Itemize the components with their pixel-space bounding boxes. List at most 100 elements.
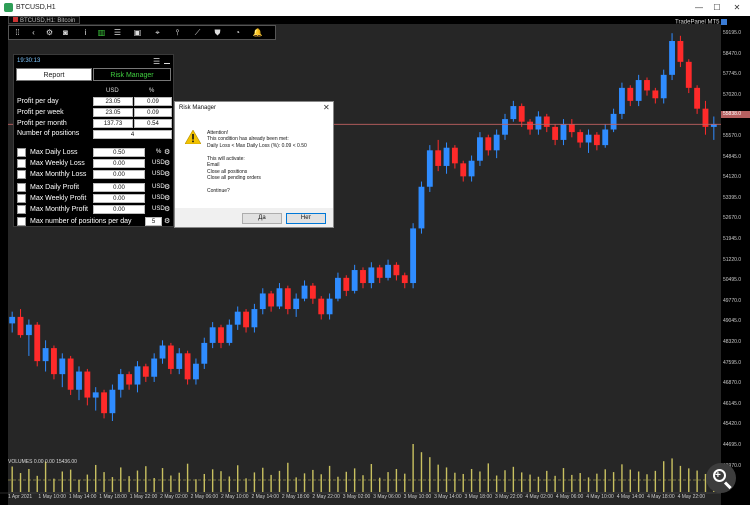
- candle-body: [527, 121, 533, 130]
- time-tick-label: 4 May 06:00: [555, 494, 584, 500]
- candle-body: [234, 311, 241, 325]
- max-monthly-profit-input[interactable]: 0.00: [93, 205, 145, 214]
- volume-bar: [454, 472, 456, 492]
- candle-body: [159, 345, 166, 359]
- candle-body: [401, 275, 408, 284]
- volume-bar: [211, 469, 214, 492]
- volume-bar: [437, 464, 439, 492]
- max-daily-loss-unit[interactable]: %: [156, 149, 161, 155]
- profit-week-usd: 23.05: [93, 108, 133, 117]
- time-tick-label: 4 May 22:00: [677, 494, 706, 500]
- volume-bar: [495, 475, 498, 492]
- max-daily-loss-checkbox[interactable]: [17, 148, 26, 157]
- time-tick-label: 2 May 14:00: [251, 494, 279, 500]
- volume-bar: [429, 457, 431, 492]
- max-monthly-loss-input[interactable]: 0.00: [93, 170, 145, 179]
- candle-body: [176, 353, 183, 369]
- dialog-footer: Да Нет: [175, 208, 333, 227]
- max-positions-input[interactable]: 5: [145, 217, 162, 226]
- price-tick-label: 50495.0: [723, 277, 742, 284]
- candle-body: [201, 342, 208, 364]
- price-tick-label: 48320.0: [723, 339, 742, 345]
- close-icon[interactable]: ✕: [730, 2, 744, 14]
- trend-icon[interactable]: ⟋: [191, 27, 204, 39]
- chart-tab[interactable]: BTCUSD,H1: Bitcoin: [8, 16, 81, 24]
- max-weekly-profit-checkbox[interactable]: [17, 194, 26, 203]
- max-weekly-profit-input[interactable]: 0.00: [93, 194, 145, 203]
- volume-bar: [170, 475, 172, 492]
- max-weekly-loss-input[interactable]: 0.00: [93, 159, 145, 168]
- maximize-icon[interactable]: ☐: [710, 2, 724, 14]
- save-icon[interactable]: ▣: [131, 27, 144, 39]
- max-monthly-loss-gear-icon[interactable]: ⚙: [164, 170, 170, 178]
- candle-body: [226, 324, 233, 343]
- crosshair-icon[interactable]: ⌖: [151, 27, 164, 39]
- dialog-close-icon[interactable]: ✕: [323, 103, 330, 112]
- price-tick-label: 57745.0: [723, 71, 742, 78]
- volume-bar: [186, 463, 189, 492]
- profit-month-usd: 137.73: [93, 119, 133, 128]
- max-daily-loss-gear-icon[interactable]: ⚙: [164, 148, 170, 156]
- max-daily-loss-input[interactable]: 0.50: [93, 148, 145, 157]
- max-weekly-profit-unit[interactable]: USD: [152, 195, 165, 201]
- max-weekly-profit-gear-icon[interactable]: ⚙: [164, 194, 170, 202]
- volume-bar: [629, 469, 631, 492]
- max-daily-profit-gear-icon[interactable]: ⚙: [164, 183, 170, 191]
- max-monthly-profit-checkbox[interactable]: [17, 205, 26, 214]
- max-weekly-loss-gear-icon[interactable]: ⚙: [164, 159, 170, 167]
- time-tick-label: 4 May 18:00: [647, 494, 675, 500]
- max-monthly-loss-checkbox[interactable]: [17, 170, 26, 179]
- max-daily-profit-unit[interactable]: USD: [152, 184, 165, 190]
- time-tick-label: 3 May 14:00: [434, 494, 462, 500]
- max-weekly-loss-unit[interactable]: USD: [152, 160, 165, 166]
- grip-icon[interactable]: ⁞⁞: [11, 27, 24, 39]
- pie-chart-icon[interactable]: ◔: [231, 27, 244, 39]
- volume-bar: [78, 479, 80, 492]
- max-weekly-loss-checkbox[interactable]: [17, 159, 26, 168]
- bar-chart-icon[interactable]: ▥: [95, 27, 108, 39]
- gear-icon[interactable]: ⚙: [43, 27, 56, 39]
- max-monthly-profit-label: Max Monthly Profit: [30, 206, 88, 213]
- info-icon[interactable]: i: [79, 27, 92, 39]
- volume-bar: [404, 473, 406, 492]
- chevron-left-icon[interactable]: ‹: [27, 27, 40, 39]
- candle-body: [619, 87, 625, 114]
- camera-icon[interactable]: ◙: [59, 27, 72, 39]
- volume-bar: [370, 464, 373, 492]
- candle-body: [426, 150, 433, 187]
- volume-bar: [237, 465, 239, 492]
- volume-bar: [295, 477, 297, 492]
- yes-button[interactable]: Да: [242, 213, 282, 224]
- tab-risk-manager[interactable]: Risk Manager: [93, 68, 171, 81]
- candle-body: [134, 366, 141, 385]
- bell-icon[interactable]: 🔔: [251, 27, 264, 39]
- max-monthly-loss-unit[interactable]: USD: [152, 171, 165, 177]
- max-monthly-profit-gear-icon[interactable]: ⚙: [164, 205, 170, 213]
- max-daily-profit-checkbox[interactable]: [17, 183, 26, 192]
- max-positions-gear-icon[interactable]: ⚙: [164, 217, 170, 225]
- price-tick-label: 49045.0: [723, 318, 742, 325]
- tab-report[interactable]: Report: [16, 68, 92, 81]
- volume-bar: [270, 474, 272, 492]
- zoom-button[interactable]: +: [706, 463, 736, 493]
- max-positions-checkbox[interactable]: [17, 217, 26, 226]
- candle-body: [552, 126, 559, 140]
- candle-body: [209, 327, 216, 343]
- shield-icon[interactable]: ⛊: [211, 27, 224, 39]
- list-icon[interactable]: ☰: [111, 27, 124, 39]
- candle-body: [101, 392, 107, 414]
- minimize-icon[interactable]: —: [692, 2, 706, 14]
- no-button[interactable]: Нет: [286, 213, 326, 224]
- max-monthly-profit-unit[interactable]: USD: [152, 206, 165, 212]
- max-daily-profit-input[interactable]: 0.00: [93, 183, 145, 192]
- candle-body: [410, 228, 417, 284]
- candle-body: [677, 41, 684, 62]
- menu-icon[interactable]: ☰: [153, 57, 160, 66]
- volume-bar: [395, 468, 398, 492]
- period-separator-icon[interactable]: ⫯: [171, 27, 184, 39]
- minimize-panel-icon[interactable]: [164, 63, 170, 64]
- volume-bar: [61, 471, 63, 492]
- time-axis: 1 Apr 2021 1 May 10:00 1 May 14:00 1 May 18…: [0, 493, 721, 503]
- candle-body: [9, 316, 16, 324]
- candle-body: [644, 80, 650, 91]
